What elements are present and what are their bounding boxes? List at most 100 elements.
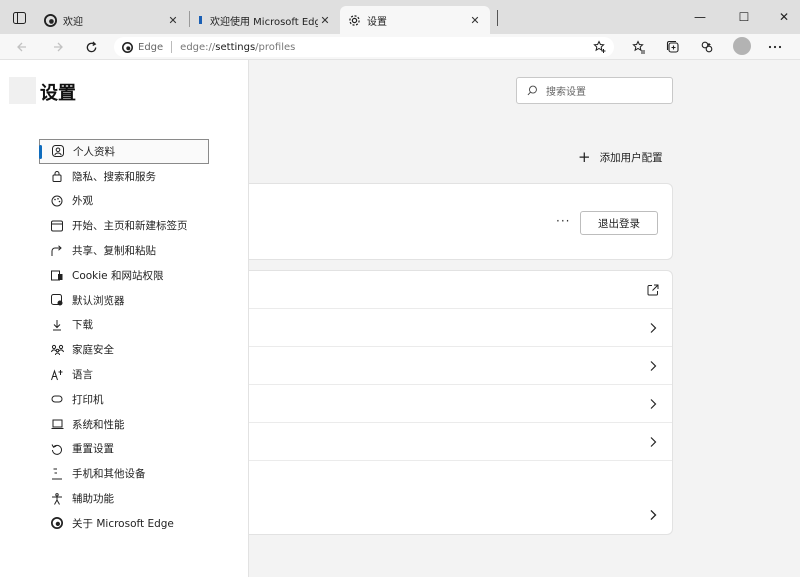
sidebar-item-label: 隐私、搜索和服务 [72,170,156,183]
laptop-icon [49,416,65,432]
search-icon [527,85,538,96]
settings-sidebar: 设置 个人资料 隐私、搜索和服务 外观 开始、主页和新建标签页 共享、复制和粘贴 [0,60,249,577]
tab-close-button[interactable]: ✕ [166,14,180,27]
profile-settings-list [249,270,673,535]
maximize-button[interactable]: ☐ [724,6,764,28]
family-icon [49,342,65,358]
external-link-icon [646,283,660,297]
new-tab-button[interactable] [497,10,503,26]
tab-close-button[interactable]: ✕ [468,14,482,27]
sidebar-item-label: 重置设置 [72,443,114,456]
add-profile-button[interactable]: + 添加用户配置 [578,150,663,165]
sidebar-item-share[interactable]: 共享、复制和粘贴 [39,238,249,263]
tab-actions-button[interactable] [8,8,30,28]
sidebar-item-label: Cookie 和网站权限 [72,269,164,282]
edge-logo-icon [49,515,65,531]
tab-label: 欢迎使用 Microsoft Edge [210,16,318,28]
extensions-button[interactable] [696,37,718,57]
tab-settings[interactable]: 设置 ✕ [340,6,490,34]
sidebar-item-label: 辅助功能 [72,493,114,506]
sidebar-item-label: 关于 Microsoft Edge [72,517,174,530]
extensions-icon [701,41,713,53]
sidebar-item-languages[interactable]: 语言 [39,362,249,387]
profile-icon [50,143,66,159]
sidebar-item-family[interactable]: 家庭安全 [39,337,249,362]
chevron-right-icon [646,435,660,449]
chevron-right-icon [646,359,660,373]
sidebar-item-cookies[interactable]: Cookie 和网站权限 [39,263,249,288]
list-item[interactable] [249,385,672,423]
phone-icon [49,466,65,482]
back-button[interactable] [10,37,32,57]
sidebar-item-about[interactable]: 关于 Microsoft Edge [39,511,249,536]
page-title: 设置 [40,83,76,104]
refresh-icon [86,40,96,52]
address-url: edge://settings/profiles [180,42,295,53]
url-path: settings [215,41,256,53]
tab-label: 设置 [367,16,387,28]
edge-logo-icon [122,41,133,53]
sign-out-button[interactable]: 退出登录 [580,211,658,235]
collections-icon [666,40,679,53]
minimize-button[interactable]: — [680,6,720,28]
list-item[interactable] [249,461,672,536]
chevron-right-icon [646,321,660,335]
back-arrow-icon [17,42,26,52]
close-window-button[interactable]: ✕ [764,6,800,28]
sidebar-item-label: 外观 [72,195,93,208]
sidebar-item-accessibility[interactable]: 辅助功能 [39,486,249,511]
sidebar-item-label: 手机和其他设备 [72,468,146,481]
appearance-icon [49,193,65,209]
sidebar-item-default-browser[interactable]: 默认浏览器 [39,288,249,313]
tab-actions-icon [12,12,26,24]
address-bar[interactable]: Edge edge://settings/profiles [114,37,614,57]
profile-card: ··· 退出登录 [249,183,673,260]
chevron-right-icon [646,508,660,522]
list-item[interactable] [249,271,672,309]
page-icon [199,16,202,24]
sidebar-item-appearance[interactable]: 外观 [39,189,249,214]
favorites-icon [632,40,645,54]
tab-close-button[interactable]: ✕ [318,14,332,27]
sidebar-item-printers[interactable]: 打印机 [39,387,249,412]
sidebar-item-system[interactable]: 系统和性能 [39,412,249,437]
sidebar-item-phone[interactable]: 手机和其他设备 [39,461,249,486]
sidebar-item-reset[interactable]: 重置设置 [39,437,249,462]
sidebar-item-label: 共享、复制和粘贴 [72,245,156,258]
settings-more-button[interactable] [764,37,786,57]
tab-welcome-edge[interactable]: 欢迎使用 Microsoft Edge ✕ [190,6,340,34]
settings-nav: 个人资料 隐私、搜索和服务 外观 开始、主页和新建标签页 共享、复制和粘贴 Co… [39,139,249,536]
sidebar-item-label: 下载 [72,319,93,332]
tab-welcome[interactable]: 欢迎 ✕ [36,6,188,34]
sidebar-item-label: 个人资料 [73,145,115,158]
address-divider [171,41,173,53]
list-item[interactable] [249,423,672,461]
menu-toggle-button[interactable] [9,77,36,104]
sidebar-item-privacy[interactable]: 隐私、搜索和服务 [39,164,249,189]
permissions-icon [49,267,65,283]
add-favorite-button[interactable] [589,37,611,57]
default-browser-icon [49,292,65,308]
sidebar-item-start-home[interactable]: 开始、主页和新建标签页 [39,213,249,238]
refresh-button[interactable] [80,37,102,57]
sidebar-item-label: 系统和性能 [72,418,125,431]
language-icon [49,367,65,383]
sidebar-item-profiles[interactable]: 个人资料 [39,139,209,164]
reset-icon [49,441,65,457]
profile-more-button[interactable]: ··· [556,214,570,228]
list-item[interactable] [249,309,672,347]
url-suffix: /profiles [255,41,296,53]
search-settings-input[interactable]: 搜索设置 [516,77,673,104]
favorites-button[interactable] [628,37,650,57]
collections-button[interactable] [662,37,684,57]
list-item[interactable] [249,347,672,385]
forward-button[interactable] [48,37,70,57]
more-horizontal-icon [768,45,782,49]
profile-avatar[interactable] [733,37,751,55]
gear-icon [349,14,360,26]
sidebar-item-downloads[interactable]: 下载 [39,313,249,338]
toolbar: Edge edge://settings/profiles [0,34,800,60]
site-name: Edge [138,41,164,53]
sidebar-item-label: 默认浏览器 [72,294,125,307]
url-prefix: edge:// [180,41,216,53]
